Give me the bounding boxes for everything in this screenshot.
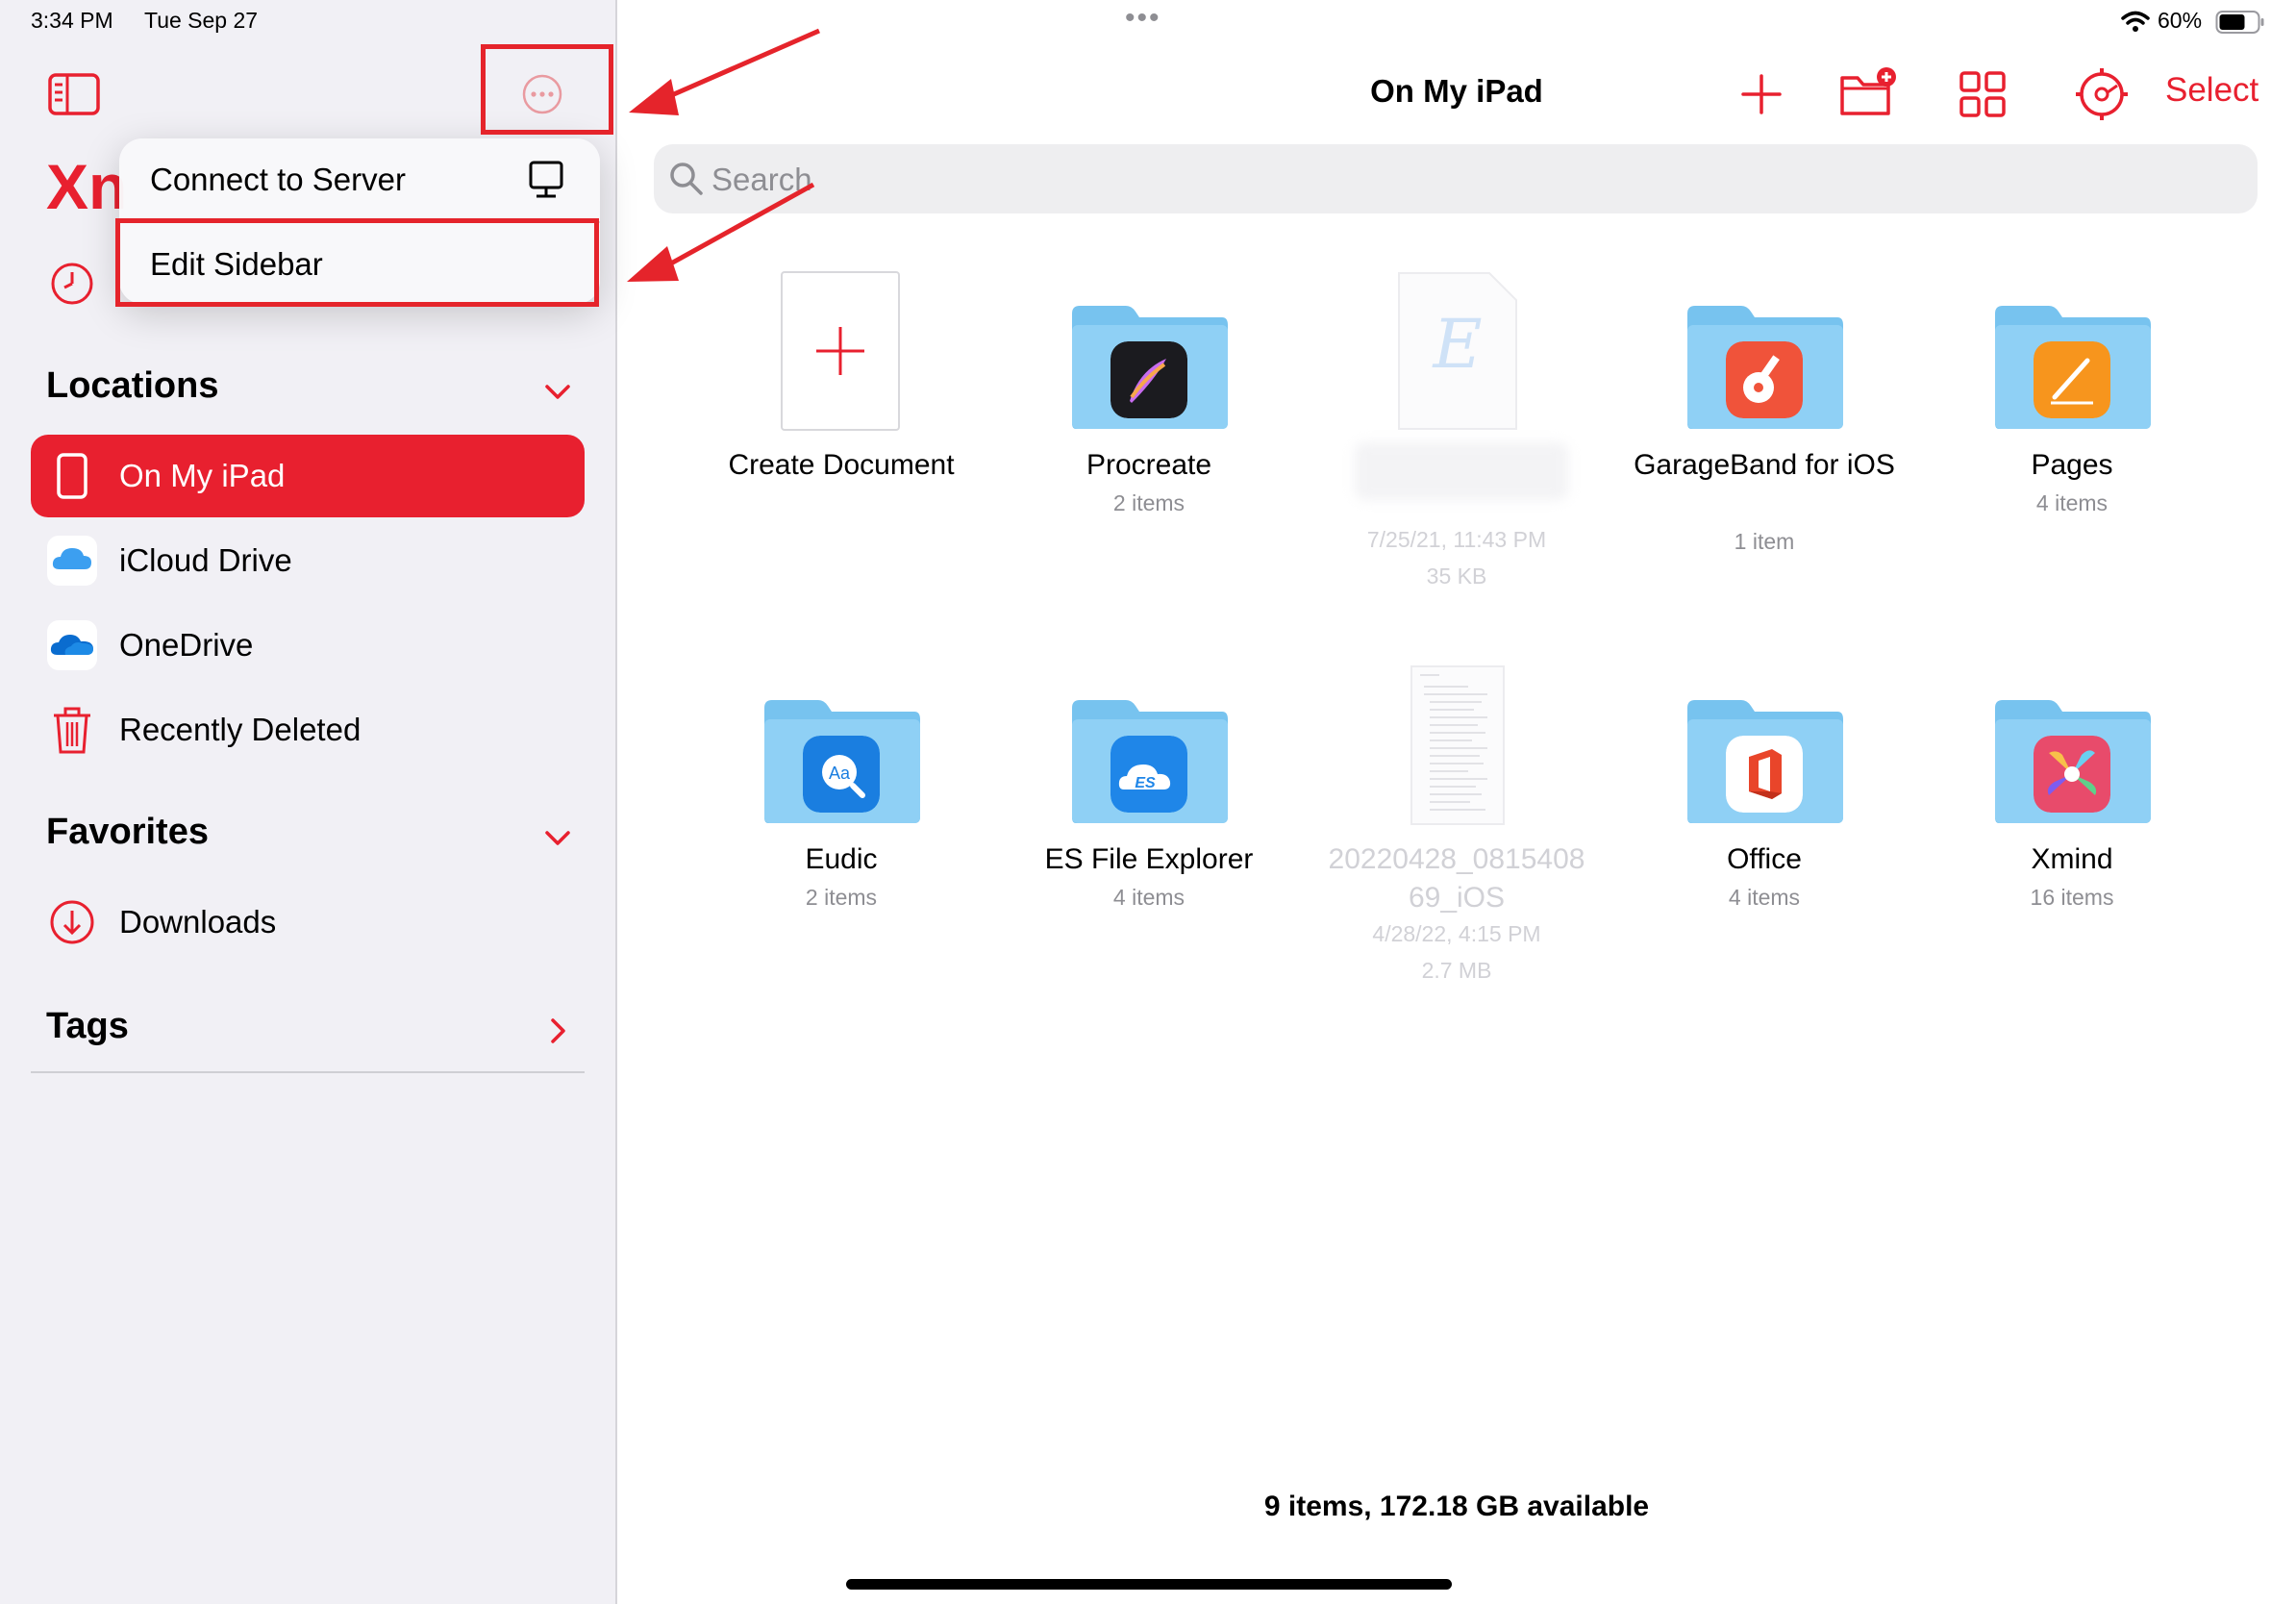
office-app-icon: [1726, 736, 1803, 813]
svg-text:Aa: Aa: [829, 764, 851, 783]
sidebar-item-label: OneDrive: [119, 627, 254, 663]
icloud-icon: [47, 536, 97, 586]
storage-summary: 9 items, 172.18 GB available: [1263, 1491, 1650, 1522]
garageband-app-icon: [1726, 341, 1803, 418]
ipad-icon: [57, 453, 87, 499]
select-button[interactable]: Select: [2165, 71, 2259, 110]
status-time: 3:34 PM: [31, 8, 113, 33]
eudic-app-icon: Aa: [803, 736, 880, 813]
item-name: Xmind: [2031, 843, 2113, 875]
item-meta: 4 items: [1728, 885, 1801, 910]
item-name: Procreate: [1086, 449, 1212, 481]
wifi-icon: [2121, 11, 2150, 32]
status-date: Tue Sep 27: [144, 8, 259, 33]
annotation-highlight-edit-sidebar: [115, 218, 599, 307]
svg-text:ES: ES: [1135, 775, 1156, 791]
annotation-highlight-more-button: [481, 44, 613, 135]
server-display-icon: [529, 161, 563, 198]
sidebar-toggle-icon[interactable]: [48, 73, 100, 115]
page-title: On My iPad: [1370, 73, 1543, 109]
sidebar-item-label: Recently Deleted: [119, 712, 362, 747]
annotation-arrows: [627, 28, 821, 282]
item-meta: 16 items: [2030, 885, 2114, 910]
xmind-app-icon: [2034, 736, 2110, 813]
svg-text:E: E: [1431, 305, 1482, 384]
locations-section-title: Locations: [46, 365, 219, 406]
item-meta: 4 items: [1112, 885, 1185, 910]
menu-item-connect-to-server[interactable]: Connect to Server: [119, 138, 600, 221]
search-input[interactable]: [710, 144, 2213, 215]
item-meta: 4 items: [2035, 490, 2109, 515]
chevron-right-icon[interactable]: [538, 1012, 577, 1050]
document-template: [781, 271, 900, 431]
battery-percent: 60%: [2158, 8, 2203, 33]
pages-app-icon: [2034, 341, 2110, 418]
sidebar-item-on-my-ipad[interactable]: On My iPad: [31, 435, 585, 517]
settings-gear-icon[interactable]: [2071, 63, 2133, 125]
es-file-explorer-app-icon: ES: [1111, 736, 1187, 813]
epub-file-icon: E: [1398, 272, 1517, 430]
sidebar-divider: [31, 1071, 585, 1073]
sidebar-item-onedrive[interactable]: OneDrive: [31, 604, 585, 687]
item-meta: 2 items: [1112, 490, 1185, 515]
sidebar-item-label: On My iPad: [119, 458, 286, 493]
item-date: 4/28/22, 4:15 PM: [1372, 921, 1541, 946]
download-icon: [50, 900, 94, 944]
sidebar-item-icloud-drive[interactable]: iCloud Drive: [31, 519, 585, 602]
onedrive-icon: [47, 620, 97, 670]
item-name: Eudic: [805, 843, 878, 875]
item-name: Office: [1727, 843, 1802, 875]
item-name: Pages: [2031, 449, 2113, 481]
home-indicator[interactable]: [846, 1579, 1452, 1590]
new-folder-icon[interactable]: [1836, 63, 1898, 125]
item-name: 20220428_081540869_iOS: [1328, 843, 1585, 914]
trash-icon: [54, 707, 90, 754]
plus-icon: [816, 327, 864, 375]
add-icon[interactable]: [1731, 63, 1792, 125]
item-date: 7/25/21, 11:43 PM: [1366, 527, 1547, 552]
item-name: ES File Explorer: [1044, 843, 1254, 875]
item-size: 35 KB: [1426, 564, 1487, 589]
tags-section-title: Tags: [46, 1006, 129, 1046]
search-bar[interactable]: [654, 144, 2258, 215]
sidebar-item-label: iCloud Drive: [119, 542, 292, 578]
multitasking-dots-icon[interactable]: •••: [1125, 2, 1161, 35]
sidebar-app-title: Xn: [46, 151, 128, 222]
chevron-down-icon[interactable]: [538, 373, 577, 412]
battery-icon: [2215, 11, 2264, 34]
menu-item-label: Connect to Server: [150, 162, 406, 197]
document-thumbnail-icon: [1410, 665, 1505, 825]
blurred-filename: [1355, 442, 1568, 500]
sidebar-item-label: Downloads: [119, 904, 277, 940]
recents-clock-icon[interactable]: [50, 262, 94, 306]
favorites-section-title: Favorites: [46, 812, 209, 852]
chevron-down-icon[interactable]: [538, 819, 577, 858]
item-name: Create Document: [728, 449, 955, 481]
grid-view-icon[interactable]: [1952, 63, 2013, 125]
sidebar-item-downloads[interactable]: Downloads: [31, 881, 585, 964]
item-size: 2.7 MB: [1421, 958, 1492, 983]
procreate-app-icon: [1111, 341, 1187, 418]
item-name: GarageBand for iOS: [1634, 449, 1895, 481]
item-meta: 2 items: [805, 885, 878, 910]
item-meta: 1 item: [1734, 529, 1795, 554]
sidebar-item-recently-deleted[interactable]: Recently Deleted: [31, 689, 585, 771]
